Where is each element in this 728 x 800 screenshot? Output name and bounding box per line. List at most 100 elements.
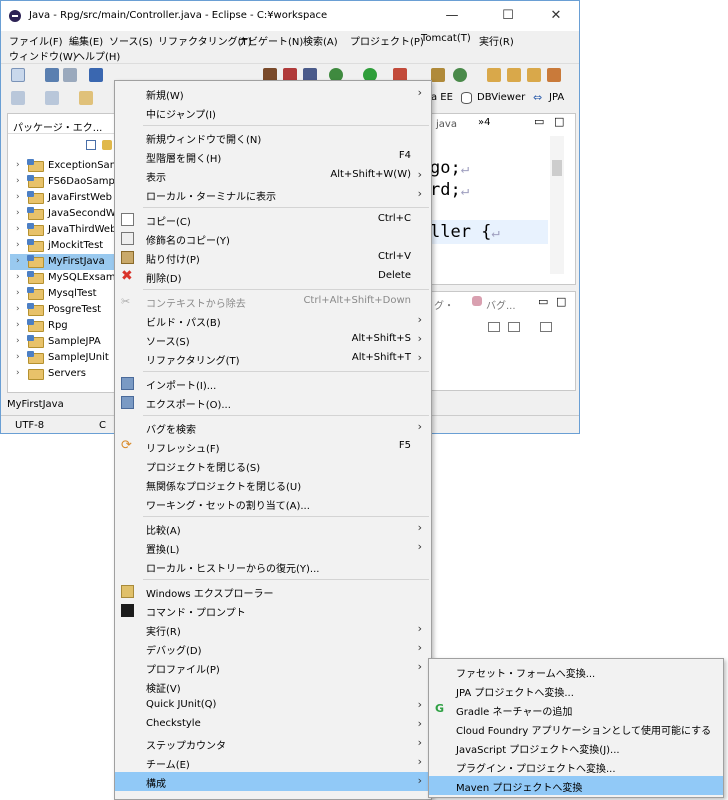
ctx-show-in[interactable]: 表示 Alt+Shift+W(W) › xyxy=(115,166,431,185)
nav-forward-icon[interactable] xyxy=(79,91,93,105)
ctx-command-prompt[interactable]: コマンド・プロンプト xyxy=(115,601,431,620)
expand-arrow-icon[interactable]: › xyxy=(16,208,20,218)
new-icon[interactable] xyxy=(11,68,25,82)
package-explorer-tab[interactable]: パッケージ・エク... xyxy=(8,114,118,134)
sub-convert-plugin[interactable]: プラグイン・プロジェクトへ変換... xyxy=(429,757,723,776)
expand-arrow-icon[interactable]: › xyxy=(16,240,20,250)
menu-help[interactable]: ヘルプ(H) xyxy=(75,48,120,63)
tree-item-javasecondweb[interactable]: › JavaSecondWel xyxy=(10,206,124,222)
ctx-profile-as[interactable]: プロファイル(P) › xyxy=(115,658,431,677)
menu-tomcat[interactable]: Tomcat(T) xyxy=(421,33,471,44)
collapse-all-icon[interactable] xyxy=(86,140,96,150)
console-icon[interactable] xyxy=(89,68,103,82)
expand-arrow-icon[interactable]: › xyxy=(16,160,20,170)
maximize-button[interactable]: ☐ xyxy=(485,1,531,31)
ctx-step-counter[interactable]: ステップカウンタ › xyxy=(115,734,431,753)
code-line[interactable]: ller {↵ xyxy=(430,222,500,242)
new-package-icon[interactable] xyxy=(431,68,445,82)
code-line[interactable]: rd;↵ xyxy=(430,180,469,200)
expand-arrow-icon[interactable]: › xyxy=(16,192,20,202)
expand-arrow-icon[interactable]: › xyxy=(16,256,20,266)
ctx-replace[interactable]: 置換(L) › xyxy=(115,538,431,557)
menu-source[interactable]: ソース(S) xyxy=(109,33,153,48)
tree-item-rpg[interactable]: › Rpg xyxy=(10,318,118,334)
ctx-paste[interactable]: 貼り付け(P) Ctrl+V xyxy=(115,248,431,267)
expand-arrow-icon[interactable]: › xyxy=(16,272,20,282)
ctx-validate[interactable]: 検証(V) xyxy=(115,677,431,696)
tree-item-javafirstweb[interactable]: › JavaFirstWeb xyxy=(10,190,118,206)
tree-item-jmockittest[interactable]: › jMockitTest xyxy=(10,238,118,254)
editor-tab-label[interactable]: java xyxy=(436,119,457,130)
editor-scrollbar[interactable] xyxy=(550,136,564,274)
open-folder-icon[interactable] xyxy=(507,68,521,82)
tree-item-samplejunit[interactable]: › SampleJUnit xyxy=(10,350,118,366)
ctx-debug-as[interactable]: デバッグ(D) › xyxy=(115,639,431,658)
ctx-refresh[interactable]: ⟳ リフレッシュ(F) F5 xyxy=(115,437,431,456)
menu-window[interactable]: ウィンドウ(W) xyxy=(9,48,77,63)
ctx-compare[interactable]: 比較(A) › xyxy=(115,519,431,538)
ctx-delete[interactable]: ✖ 削除(D) Delete xyxy=(115,267,431,286)
search-tool-icon[interactable] xyxy=(547,68,561,82)
expand-arrow-icon[interactable]: › xyxy=(16,368,20,378)
close-button[interactable]: ✕ xyxy=(533,1,579,31)
menu-search[interactable]: 検索(A) xyxy=(303,33,338,48)
sub-cloud-foundry[interactable]: Cloud Foundry アプリケーションとして使用可能にする xyxy=(429,719,723,738)
ctx-export[interactable]: エクスポート(O)... xyxy=(115,393,431,412)
tree-item-mysqltest[interactable]: › MysqlTest xyxy=(10,286,118,302)
nav-back-icon[interactable] xyxy=(11,91,25,105)
view-options-icon[interactable] xyxy=(540,322,552,332)
ctx-close-project[interactable]: プロジェクトを閉じる(S) xyxy=(115,456,431,475)
menu-run[interactable]: 実行(R) xyxy=(479,33,514,48)
menu-project[interactable]: プロジェクト(P) xyxy=(350,33,424,48)
ctx-remove-from-context[interactable]: ✂ コンテキストから除去 Ctrl+Alt+Shift+Down xyxy=(115,292,431,311)
ctx-run-as[interactable]: 実行(R) › xyxy=(115,620,431,639)
ctx-go-into[interactable]: 中にジャンプ(I) xyxy=(115,103,431,122)
scrollbar-thumb[interactable] xyxy=(552,160,562,176)
ctx-copy[interactable]: コピー(C) Ctrl+C xyxy=(115,210,431,229)
minimize-button[interactable]: — xyxy=(429,1,475,31)
ctx-refactor[interactable]: リファクタリング(T) Alt+Shift+T › xyxy=(115,349,431,368)
save-all-icon[interactable] xyxy=(63,68,77,82)
menu-file[interactable]: ファイル(F) xyxy=(9,33,63,48)
expand-arrow-icon[interactable]: › xyxy=(16,224,20,234)
ctx-close-unrelated[interactable]: 無関係なプロジェクトを閉じる(U) xyxy=(115,475,431,494)
link-editor-icon[interactable] xyxy=(102,140,112,150)
tree-item-myfirstjava[interactable]: › MyFirstJava xyxy=(10,254,118,270)
sub-convert-javascript[interactable]: JavaScript プロジェクトへ変換(J)... xyxy=(429,738,723,757)
perspective-jpa[interactable]: JPA xyxy=(549,92,564,103)
perspective-javaee[interactable]: a EE xyxy=(431,92,453,103)
sub-convert-faceted[interactable]: ファセット・フォームへ変換... xyxy=(429,662,723,681)
ctx-quick-junit[interactable]: Quick JUnit(Q) › xyxy=(115,696,431,715)
ctx-find-bugs[interactable]: バグを検索 › xyxy=(115,418,431,437)
expand-arrow-icon[interactable]: › xyxy=(16,304,20,314)
ctx-team[interactable]: チーム(E) › xyxy=(115,753,431,772)
ctx-copy-qualified-name[interactable]: 修飾名のコピー(Y) xyxy=(115,229,431,248)
tree-item-posgretest[interactable]: › PosgreTest xyxy=(10,302,118,318)
ctx-windows-explorer[interactable]: Windows エクスプローラー xyxy=(115,582,431,601)
sub-convert-maven[interactable]: Maven プロジェクトへ変換 xyxy=(429,776,723,795)
ctx-restore-history[interactable]: ローカル・ヒストリーからの復元(Y)... xyxy=(115,557,431,576)
ctx-source[interactable]: ソース(S) Alt+Shift+S › xyxy=(115,330,431,349)
view-minimize-icon[interactable]: ▭ xyxy=(538,295,548,308)
sub-convert-jpa[interactable]: JPA プロジェクトへ変換... xyxy=(429,681,723,700)
tree-item-mysqlexsample[interactable]: › MySQLExsampl xyxy=(10,270,125,286)
view-toolbar-icon[interactable] xyxy=(488,322,500,332)
lower-tab-2[interactable]: バグ... xyxy=(486,297,516,312)
editor-minimize-icon[interactable]: ▭ xyxy=(534,115,544,128)
new-class-icon[interactable] xyxy=(453,68,467,82)
editor-tab-overflow[interactable]: »4 xyxy=(478,117,490,128)
code-line[interactable]: go;↵ xyxy=(430,158,469,178)
perspective-dbviewer[interactable]: DBViewer xyxy=(477,92,525,103)
open-task-icon[interactable] xyxy=(527,68,541,82)
save-icon[interactable] xyxy=(45,68,59,82)
open-type-icon[interactable] xyxy=(487,68,501,82)
menu-navigate[interactable]: ナビゲート(N) xyxy=(238,33,303,48)
tree-item-samplejpa[interactable]: › SampleJPA xyxy=(10,334,118,350)
lower-tab-1[interactable]: グ・ xyxy=(434,297,454,312)
view-maximize-icon[interactable]: □ xyxy=(556,295,566,308)
expand-arrow-icon[interactable]: › xyxy=(16,352,20,362)
ctx-new[interactable]: 新規(W) › xyxy=(115,84,431,103)
tree-item-javathirdweb[interactable]: › JavaThirdWeb xyxy=(10,222,118,238)
ctx-import[interactable]: インポート(I)... xyxy=(115,374,431,393)
view-menu-icon[interactable] xyxy=(508,322,520,332)
